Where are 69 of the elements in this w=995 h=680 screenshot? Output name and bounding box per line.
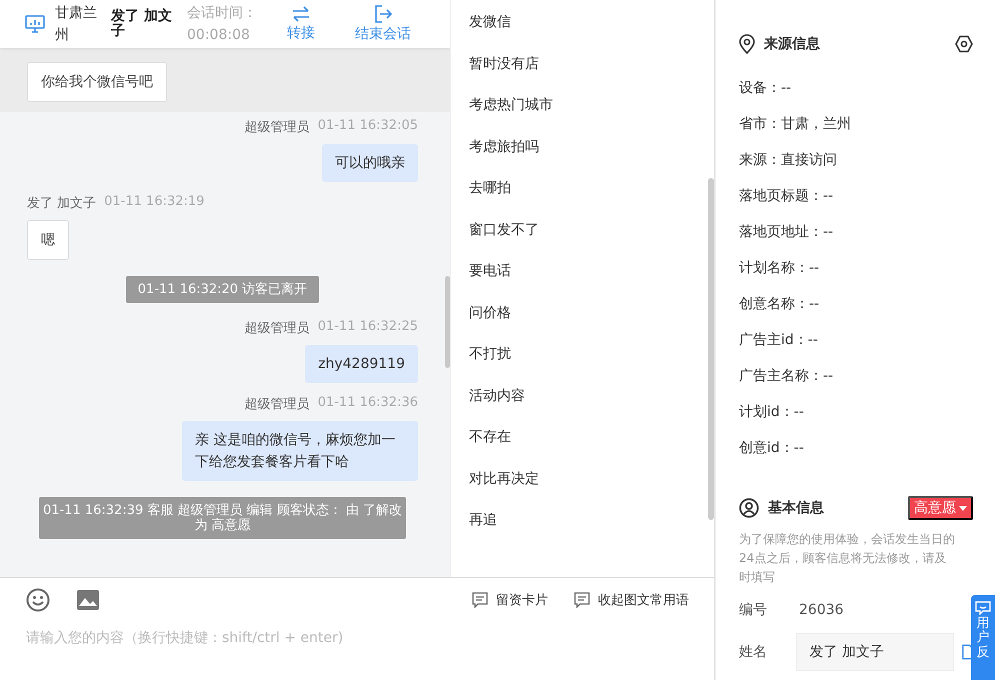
notice-text: 为了保障您的使用体验，会话发生当日的24点之后，顾客信息将无法修改，请及时填写: [739, 531, 956, 586]
sender-name: 超级管理员: [244, 396, 310, 413]
caret-icon: [959, 506, 967, 510]
message-time: 01-11 16:32:25: [318, 319, 418, 336]
quick-reply-item[interactable]: 暂时没有店: [469, 52, 715, 93]
comment-icon: [975, 601, 991, 615]
section-title: 来源信息: [764, 35, 820, 53]
sender-name: 超级管理员: [244, 119, 310, 136]
field-value: 26036: [799, 602, 844, 618]
quick-reply-item[interactable]: 窗口发不了: [469, 218, 715, 259]
system-notice: 01-11 16:32:20 访客已离开: [126, 276, 320, 303]
sender-name: 超级管理员: [244, 320, 310, 337]
quick-reply-item[interactable]: 不存在: [469, 425, 715, 466]
timer-label: 会话时间：: [187, 4, 258, 23]
quick-reply-item[interactable]: 对比再决定: [469, 466, 715, 508]
info-row-text: 广告主名称：--: [739, 368, 834, 384]
sender-name: 发了 加文子: [27, 195, 96, 212]
visitor-location: 甘肃兰州: [55, 4, 98, 45]
quick-reply-item[interactable]: 考虑热门城市: [469, 93, 715, 134]
scrollbar[interactable]: [445, 276, 450, 368]
info-row-text: 省市：甘肃，兰州: [739, 116, 851, 132]
collapse-phrases-button[interactable]: 收起图文常用语: [574, 591, 689, 609]
message-time: 01-11 16:32:19: [104, 194, 204, 211]
name-field[interactable]: 发了 加文子: [796, 633, 954, 671]
lead-card-button[interactable]: 留资卡片: [472, 591, 548, 609]
swap-arrows-icon: [292, 6, 310, 22]
info-row-text: 计划名称：--: [739, 260, 820, 276]
quick-reply-item[interactable]: 要电话: [469, 259, 715, 300]
field-label: 姓名: [739, 643, 768, 661]
quick-reply-item[interactable]: 活动内容: [469, 384, 715, 425]
quick-reply-item[interactable]: 不打扰: [469, 342, 715, 384]
feedback-tab[interactable]: 用户反: [971, 595, 995, 680]
info-row-text: 计划id：--: [739, 404, 804, 420]
location-pin-icon: [739, 34, 755, 54]
field-label: 编号: [739, 601, 768, 619]
monitor-icon: [25, 15, 45, 33]
emoji-icon[interactable]: [26, 588, 50, 612]
user-circle-icon: [739, 498, 759, 518]
message-bubble: 可以的哦亲: [322, 144, 418, 182]
scrollbar[interactable]: [708, 178, 714, 520]
comment-icon: [472, 592, 488, 608]
quick-reply-item[interactable]: 去哪拍: [469, 176, 715, 218]
info-row-text: 落地页地址：--: [739, 224, 834, 240]
message-bubble: 你给我个微信号吧: [27, 62, 167, 102]
section-title: 基本信息: [768, 499, 824, 517]
message-bubble: 嗯: [27, 220, 69, 260]
visitor-name: 发了 加文子: [111, 9, 173, 39]
info-row-text: 创意id：--: [739, 440, 804, 456]
comment-icon: [574, 592, 590, 608]
quick-reply-item[interactable]: 再追: [469, 508, 715, 550]
info-row-text: 设备：--: [739, 80, 792, 96]
settings-icon[interactable]: [955, 35, 973, 53]
info-row-text: 来源：直接访问: [739, 152, 837, 168]
system-notice: 01-11 16:32:39 客服 超级管理员 编辑 顾客状态： 由 了解改为 高意愿: [39, 497, 406, 539]
session-timer: 00:08:08: [187, 26, 251, 45]
message-time: 01-11 16:32:36: [318, 395, 418, 412]
quick-reply-item[interactable]: 考虑旅拍吗: [469, 134, 715, 176]
message-input[interactable]: 请输入您的内容（换行快捷键：shift/ctrl + enter): [26, 630, 626, 646]
info-row-text: 落地页标题：--: [739, 188, 834, 204]
info-row-text: 创意名称：--: [739, 296, 820, 312]
exit-icon: [374, 5, 392, 23]
intent-tag-dropdown[interactable]: 高意愿: [908, 496, 973, 520]
image-icon[interactable]: [76, 589, 100, 611]
quick-reply-item[interactable]: 发微信: [469, 10, 715, 52]
message-time: 01-11 16:32:05: [318, 118, 418, 135]
quick-reply-item[interactable]: 问价格: [469, 300, 715, 342]
message-bubble: zhy4289119: [305, 345, 418, 383]
info-row-text: 广告主id：--: [739, 332, 818, 348]
message-bubble: 亲 这是咱的微信号，麻烦您加一下给您发套餐客片看下哈: [182, 421, 418, 481]
